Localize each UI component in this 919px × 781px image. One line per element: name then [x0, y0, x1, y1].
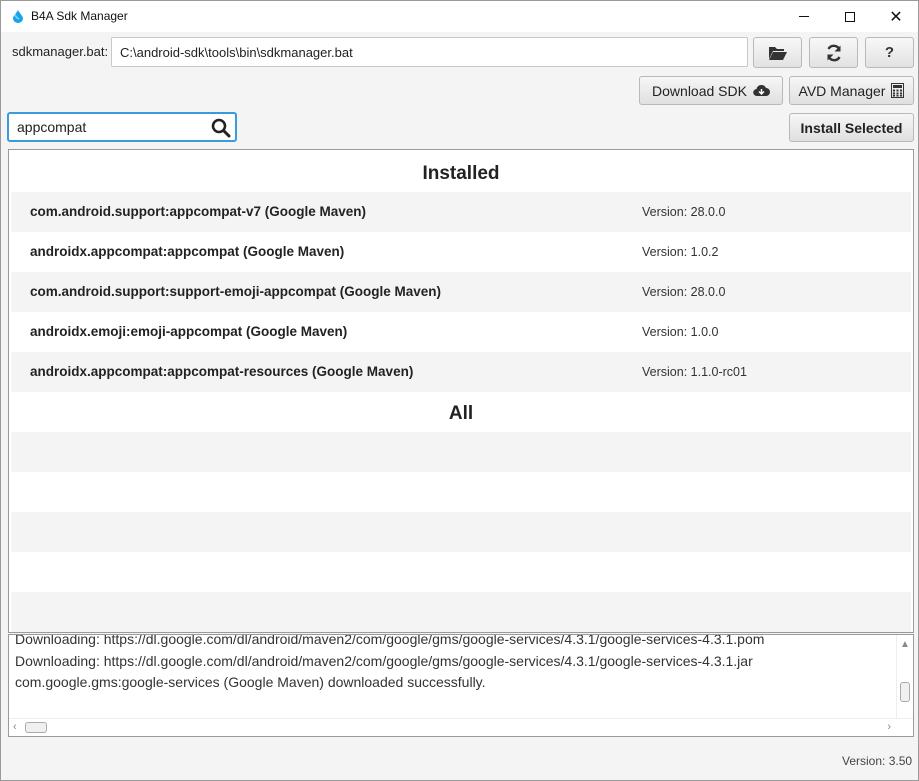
- package-row[interactable]: com.android.support:support-emoji-appcom…: [11, 272, 911, 312]
- maximize-icon: [845, 11, 855, 22]
- avd-manager-label: AVD Manager: [798, 82, 886, 99]
- package-version: Version: 1.0.0: [642, 325, 719, 339]
- refresh-icon: [826, 44, 841, 61]
- package-name: androidx.appcompat:appcompat-resources (…: [30, 364, 414, 379]
- package-name: androidx.appcompat:appcompat (Google Mav…: [30, 244, 345, 259]
- minimize-button[interactable]: [781, 1, 827, 32]
- horizontal-scrollbar[interactable]: ‹ ›: [9, 718, 913, 736]
- package-name: com.android.support:appcompat-v7 (Google…: [30, 204, 367, 219]
- installed-section-header: Installed: [422, 163, 500, 184]
- all-section-header: All: [448, 403, 474, 424]
- scroll-left-icon[interactable]: ‹: [13, 721, 17, 733]
- maximize-button[interactable]: [827, 1, 873, 32]
- title-bar: B4A Sdk Manager ✕: [1, 1, 918, 32]
- scroll-up-icon[interactable]: ▲: [900, 639, 910, 650]
- empty-row: [11, 592, 911, 632]
- vertical-scrollbar[interactable]: ▲: [896, 635, 913, 719]
- package-row[interactable]: androidx.appcompat:appcompat (Google Mav…: [11, 232, 911, 272]
- sdkmanager-path-label: sdkmanager.bat:: [12, 44, 109, 59]
- folder-open-icon: [768, 46, 787, 60]
- refresh-button[interactable]: [809, 37, 858, 68]
- log-line: com.google.gms:google-services (Google M…: [15, 674, 486, 690]
- package-list: Installed com.android.support:appcompat-…: [8, 149, 914, 633]
- package-version: Version: 28.0.0: [642, 285, 726, 299]
- help-button[interactable]: ?: [865, 37, 914, 68]
- install-selected-button[interactable]: Install Selected: [789, 113, 914, 142]
- empty-row: [11, 552, 911, 592]
- help-label: ?: [884, 44, 895, 61]
- cloud-download-icon: [753, 84, 770, 97]
- package-row[interactable]: com.android.support:appcompat-v7 (Google…: [11, 192, 911, 232]
- package-name: com.android.support:support-emoji-appcom…: [30, 284, 442, 299]
- search-input[interactable]: [17, 114, 207, 140]
- close-icon: ✕: [889, 6, 903, 26]
- avd-manager-button[interactable]: AVD Manager: [789, 76, 914, 105]
- b4a-droplet-icon: [13, 10, 23, 23]
- package-version: Version: 1.0.2: [642, 245, 719, 259]
- package-row[interactable]: androidx.emoji:emoji-appcompat (Google M…: [11, 312, 911, 352]
- log-line: Downloading: https://dl.google.com/dl/an…: [15, 634, 765, 647]
- app-version: Version: 3.50: [842, 754, 913, 768]
- package-version: Version: 28.0.0: [642, 205, 726, 219]
- log-line: Downloading: https://dl.google.com/dl/an…: [15, 653, 753, 669]
- search-box: [7, 112, 237, 142]
- package-row[interactable]: androidx.appcompat:appcompat-resources (…: [11, 352, 911, 392]
- empty-row: [11, 472, 911, 512]
- browse-folder-button[interactable]: [753, 37, 802, 68]
- package-name: androidx.emoji:emoji-appcompat (Google M…: [30, 324, 348, 339]
- download-sdk-button[interactable]: Download SDK: [639, 76, 783, 105]
- window-title: B4A Sdk Manager: [31, 9, 128, 23]
- minimize-icon: [799, 16, 809, 17]
- empty-row: [11, 512, 911, 552]
- sdk-manager-window: B4A Sdk Manager ✕ sdkmanager.bat: ? Down…: [0, 0, 919, 781]
- sdkmanager-path-field[interactable]: [111, 37, 748, 67]
- calculator-icon: [891, 83, 905, 98]
- scroll-right-icon[interactable]: ›: [887, 721, 891, 733]
- horizontal-scroll-thumb[interactable]: [25, 722, 47, 733]
- package-version: Version: 1.1.0-rc01: [642, 365, 747, 379]
- empty-row: [11, 432, 911, 472]
- close-button[interactable]: ✕: [873, 1, 919, 32]
- search-icon[interactable]: [211, 118, 231, 138]
- log-output[interactable]: Downloading: https://dl.google.com/dl/an…: [8, 634, 914, 737]
- vertical-scroll-thumb[interactable]: [900, 682, 910, 702]
- download-sdk-label: Download SDK: [652, 82, 747, 99]
